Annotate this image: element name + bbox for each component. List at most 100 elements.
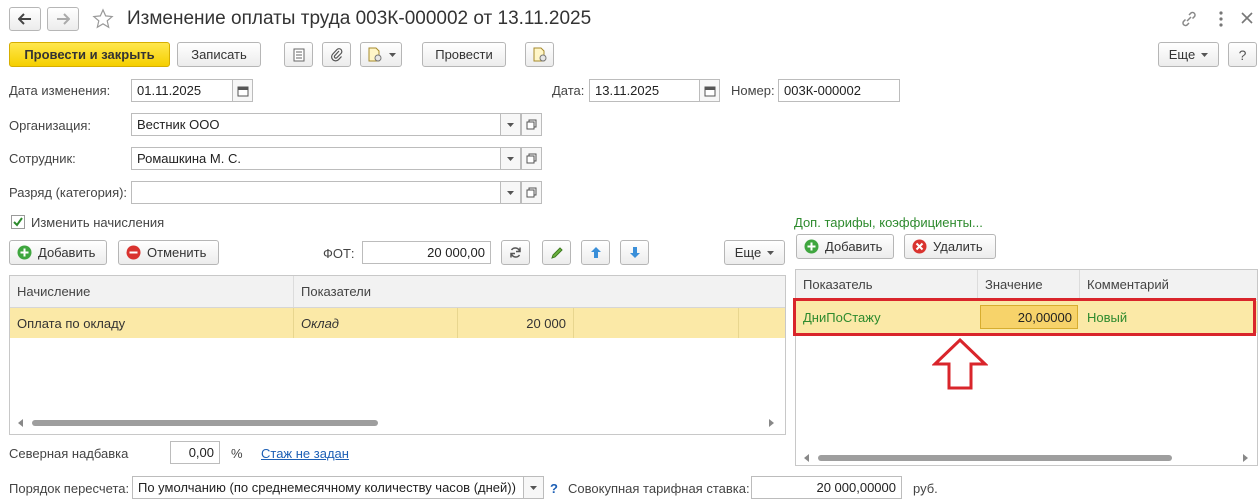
table-row[interactable]: Оплата по окладу Оклад 20 000 [10,308,785,338]
calendar-button[interactable] [699,79,720,102]
arrow-right-icon [57,13,70,25]
total-rate-field[interactable]: 20 000,00000 [751,476,902,499]
change-accruals-checkbox[interactable] [11,215,25,229]
create-based-on-button[interactable] [360,42,402,67]
add-tariff-button[interactable]: Добавить [796,234,894,259]
arrow-up-icon [590,247,601,258]
back-button[interactable] [9,7,41,31]
more-vertical-icon[interactable] [1218,11,1224,27]
minus-circle-icon [126,245,141,260]
percent-label: % [231,446,243,461]
post-and-close-label: Провести и закрыть [24,47,155,62]
horizontal-scrollbar[interactable] [800,454,1253,462]
accruals-table-header: Начисление Показатели [10,276,785,308]
grade-open-button[interactable] [521,181,542,204]
calendar-icon [237,86,248,96]
list-icon [293,48,304,61]
up-arrow-annotation-icon [932,338,988,390]
change-date-field[interactable]: 01.11.2025 [131,79,233,102]
org-field[interactable]: Вестник ООО [131,113,501,136]
accruals-more-label: Еще [734,245,762,260]
plus-circle-icon [804,239,819,254]
plus-circle-icon [17,245,32,260]
org-dropdown-button[interactable] [500,113,521,136]
checkmark-icon [13,217,23,227]
delete-circle-icon [912,239,927,254]
post-and-close-button[interactable]: Провести и закрыть [9,42,170,67]
link-icon[interactable] [1180,10,1198,28]
help-button[interactable]: ? [1228,42,1257,67]
experience-link[interactable]: Стаж не задан [261,446,349,462]
favorite-star-icon[interactable] [92,8,114,30]
accruals-table: Начисление Показатели Оплата по окладу О… [9,275,786,435]
move-up-button[interactable] [581,240,610,265]
chevron-down-icon [507,156,514,161]
scroll-thumb[interactable] [32,420,378,426]
save-label: Записать [191,47,247,62]
change-accruals-label: Изменить начисления [31,215,165,230]
fot-label: ФОТ: [323,246,355,261]
scroll-left-icon [18,419,23,427]
horizontal-scrollbar[interactable] [14,419,779,427]
accruals-more-button[interactable]: Еще [724,240,785,265]
scroll-thumb[interactable] [818,455,1172,461]
more-label: Еще [1168,47,1196,62]
employee-field[interactable]: Ромашкина М. С. [131,147,501,170]
save-button[interactable]: Записать [177,42,261,67]
paperclip-icon [330,47,342,61]
highlight-frame [793,298,1256,336]
org-open-button[interactable] [521,113,542,136]
edit-button[interactable] [542,240,571,265]
empty-cell [574,308,739,338]
column-header-indicators[interactable]: Показатели [294,276,785,307]
chevron-down-icon [1201,52,1209,57]
report-icon [533,47,546,61]
help-question-icon[interactable]: ? [550,481,558,497]
arrow-left-icon [18,13,31,25]
grade-dropdown-button[interactable] [500,181,521,204]
calendar-button[interactable] [232,79,253,102]
grade-label: Разряд (категория): [9,185,128,200]
open-window-icon [526,153,537,164]
add-accrual-button[interactable]: Добавить [9,240,107,265]
cancel-accrual-button[interactable]: Отменить [118,240,219,265]
north-allowance-field[interactable]: 0,00 [170,441,220,464]
close-icon[interactable] [1240,11,1254,25]
recalc-label: Порядок пересчета: [9,481,130,496]
column-header-value[interactable]: Значение [978,270,1080,299]
scroll-right-icon [769,419,774,427]
column-header-indicator[interactable]: Показатель [796,270,978,299]
calendar-icon [704,86,715,96]
attach-button[interactable] [322,42,351,67]
journal-button[interactable] [284,42,313,67]
add-accrual-label: Добавить [38,245,96,260]
scroll-right-icon [1243,454,1248,462]
employee-dropdown-button[interactable] [500,147,521,170]
forward-button[interactable] [47,7,79,31]
open-window-icon [526,187,537,198]
column-header-comment[interactable]: Комментарий [1080,270,1257,299]
chevron-down-icon [507,190,514,195]
change-date-label: Дата изменения: [9,83,111,98]
total-rate-label: Совокупная тарифная ставка: [568,481,750,496]
fot-field[interactable]: 20 000,00 [362,241,491,264]
column-header-accrual[interactable]: Начисление [10,276,294,307]
refresh-button[interactable] [501,240,530,265]
tariffs-title[interactable]: Доп. тарифы, коэффициенты... [794,215,983,230]
recalc-dropdown-button[interactable] [523,476,544,499]
date-field[interactable]: 13.11.2025 [589,79,700,102]
move-down-button[interactable] [620,240,649,265]
delete-tariff-button[interactable]: Удалить [904,234,996,259]
refresh-icon [510,247,521,258]
number-field[interactable]: 003К-000002 [778,79,900,102]
employee-open-button[interactable] [521,147,542,170]
delete-tariff-label: Удалить [933,239,983,254]
accrual-cell: Оплата по окладу [10,308,294,338]
number-label: Номер: [731,83,775,98]
recalc-select[interactable]: По умолчанию (по среднемесячному количес… [132,476,524,499]
post-button[interactable]: Провести [422,42,506,67]
grade-field[interactable] [131,181,501,204]
more-button[interactable]: Еще [1158,42,1219,67]
report-button[interactable] [525,42,554,67]
chevron-down-icon [388,52,396,57]
